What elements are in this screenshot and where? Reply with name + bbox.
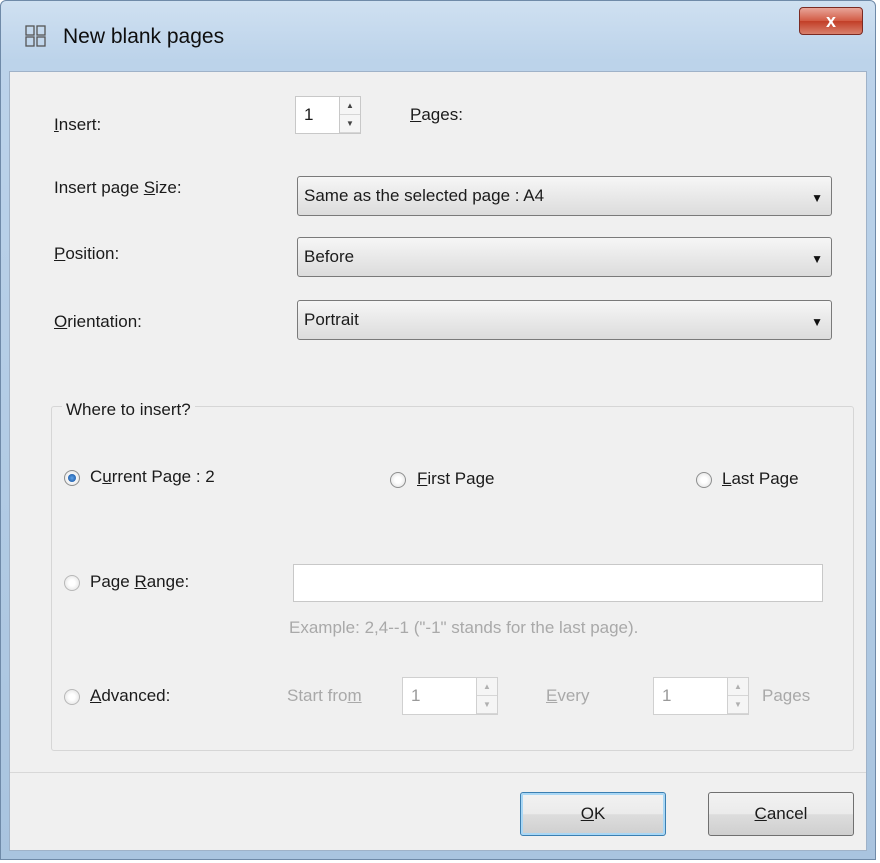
start-from-label: Start from <box>287 686 362 705</box>
spin-down-icon[interactable]: ▼ <box>477 696 497 714</box>
close-button[interactable]: x <box>799 7 863 35</box>
spin-down-icon[interactable]: ▼ <box>728 696 748 714</box>
orientation-label: Orientation: <box>54 312 142 331</box>
advanced-radio[interactable] <box>64 689 80 705</box>
spin-down-icon[interactable]: ▼ <box>340 115 360 133</box>
chevron-down-icon: ▼ <box>811 191 823 205</box>
chevron-down-icon: ▼ <box>811 315 823 329</box>
last-page-label[interactable]: Last Page <box>722 469 799 489</box>
chevron-down-icon: ▼ <box>811 252 823 266</box>
insert-count-stepper[interactable]: 1 ▲ ▼ <box>295 96 361 134</box>
insert-count-value: 1 <box>304 105 314 124</box>
pages-label: Pages: <box>410 105 463 124</box>
cancel-button[interactable]: Cancel <box>708 792 854 836</box>
insert-label: Insert: <box>54 115 102 134</box>
advanced-label[interactable]: Advanced: <box>90 686 170 706</box>
title-bar: New blank pages x <box>1 1 875 71</box>
insert-count-spin-buttons[interactable]: ▲ ▼ <box>339 97 360 133</box>
current-page-radio[interactable] <box>64 470 80 486</box>
page-size-label: Insert page Size: <box>54 178 182 197</box>
every-label: Every <box>546 686 590 705</box>
page-size-dropdown[interactable]: Same as the selected page : A4 ▼ <box>297 176 832 216</box>
first-page-label[interactable]: First Page <box>417 469 494 489</box>
first-page-radio[interactable] <box>390 472 406 488</box>
orientation-dropdown[interactable]: Portrait ▼ <box>297 300 832 340</box>
where-to-insert-title: Where to insert? <box>62 400 195 420</box>
orientation-value: Portrait <box>304 310 359 329</box>
page-size-value: Same as the selected page : A4 <box>304 186 545 205</box>
spin-up-icon[interactable]: ▲ <box>340 97 360 115</box>
last-page-radio[interactable] <box>696 472 712 488</box>
page-range-radio[interactable] <box>64 575 80 591</box>
every-value: 1 <box>662 686 672 705</box>
start-from-spin-buttons[interactable]: ▲ ▼ <box>476 678 497 714</box>
current-page-label[interactable]: Current Page : 2 <box>90 467 215 487</box>
position-dropdown[interactable]: Before ▼ <box>297 237 832 277</box>
footer-separator <box>10 772 866 773</box>
position-value: Before <box>304 247 355 266</box>
page-range-example: Example: 2,4--1 ("-1" stands for the las… <box>289 618 639 637</box>
every-spin-buttons[interactable]: ▲ ▼ <box>727 678 748 714</box>
dialog-window: New blank pages x Insert: 1 ▲ ▼ Pages: I… <box>0 0 876 860</box>
new-pages-icon <box>25 25 46 47</box>
every-pages-label: Pages <box>762 686 811 705</box>
every-stepper[interactable]: 1 ▲ ▼ <box>653 677 749 715</box>
spin-up-icon[interactable]: ▲ <box>728 678 748 696</box>
start-from-value: 1 <box>411 686 421 705</box>
ok-button[interactable]: OK <box>520 792 666 836</box>
position-label: Position: <box>54 244 120 263</box>
page-range-input[interactable] <box>293 564 823 602</box>
dialog-body: Insert: 1 ▲ ▼ Pages: Insert page Size: S… <box>9 71 867 851</box>
start-from-stepper[interactable]: 1 ▲ ▼ <box>402 677 498 715</box>
spin-up-icon[interactable]: ▲ <box>477 678 497 696</box>
window-title: New blank pages <box>63 25 225 48</box>
page-range-label[interactable]: Page Range: <box>90 572 189 592</box>
